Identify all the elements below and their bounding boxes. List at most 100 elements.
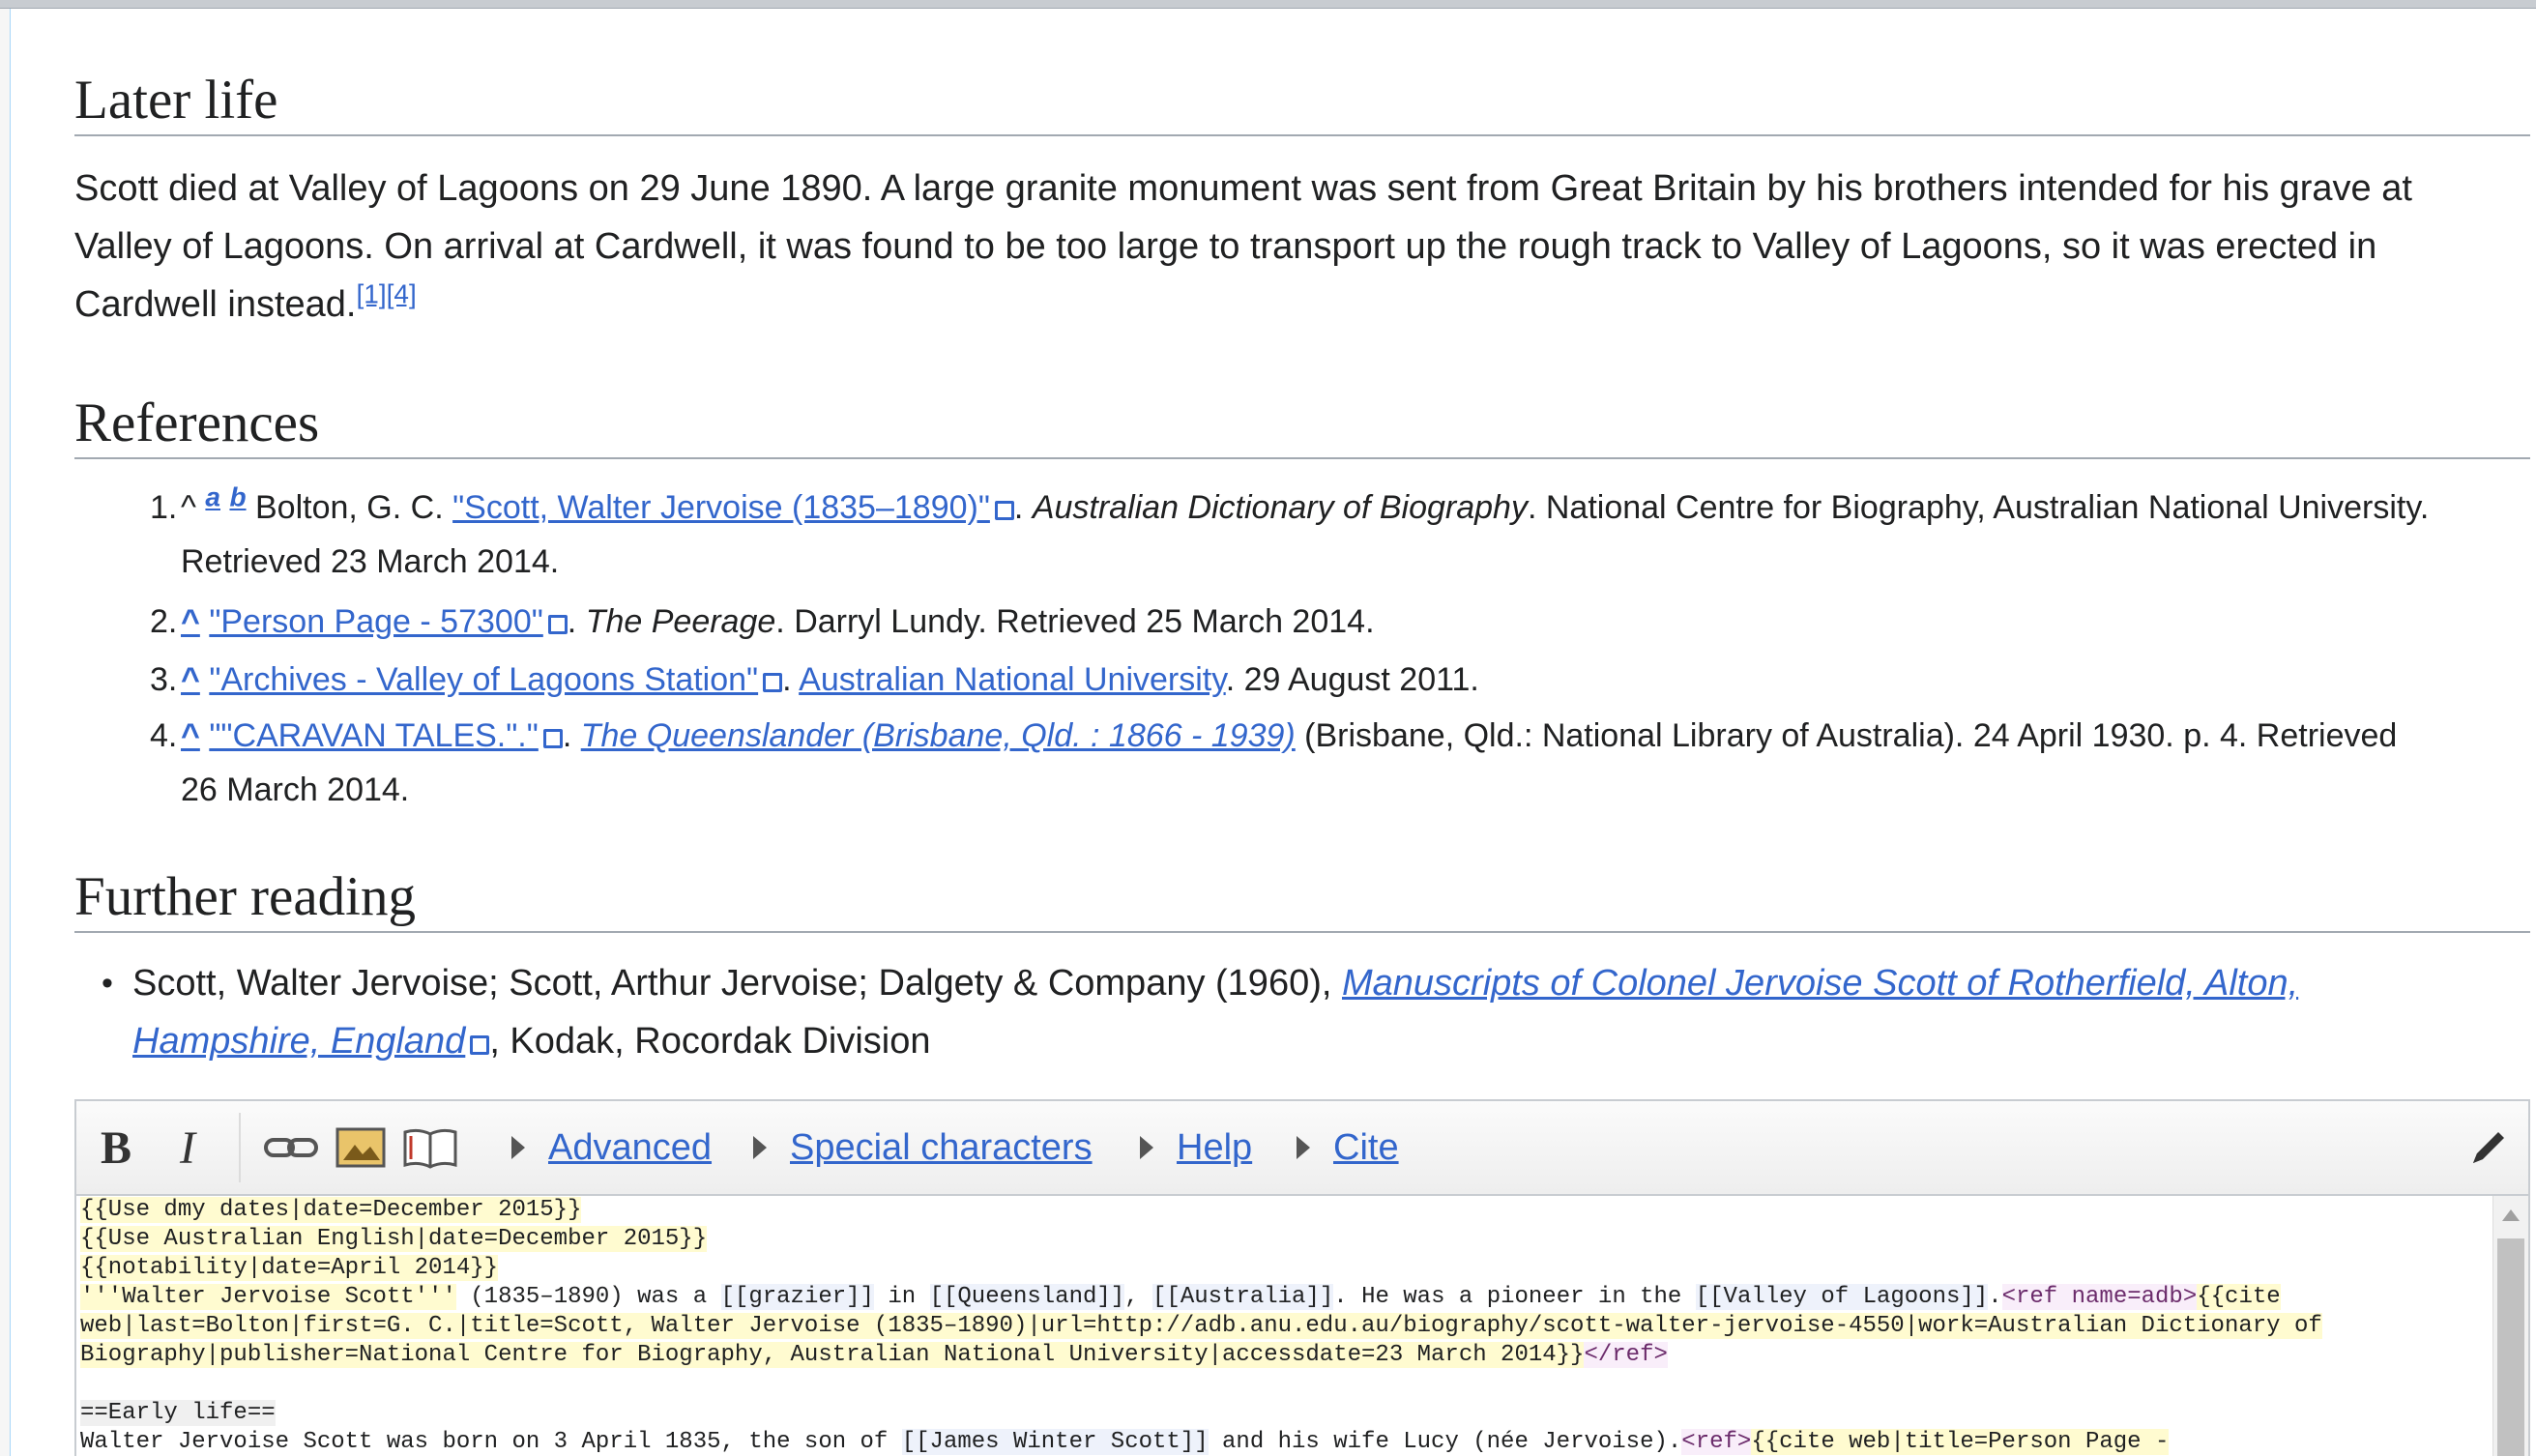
- further-reading-suffix: , Kodak, Rocordak Division: [489, 1021, 931, 1062]
- later-life-paragraph: Scott died at Valley of Lagoons on 29 Ju…: [74, 160, 2511, 334]
- window-top-edge: [0, 0, 2536, 9]
- further-reading-item: Scott, Walter Jervoise; Scott, Arthur Je…: [74, 954, 2492, 1070]
- reference-rest: (Brisbane, Qld.: National Library of Aus…: [1295, 717, 2398, 754]
- reference-text: ^ "Person Page - 57300". The Peerage. Da…: [181, 595, 2501, 649]
- reference-backlink[interactable]: ^: [181, 717, 200, 754]
- reference-rest: . 29 August 2011.: [1225, 661, 1479, 698]
- plain-text: .: [1988, 1284, 2002, 1310]
- section-heading-further-reading: Further reading: [74, 865, 2530, 933]
- template-text: Biography|publisher=National Centre for …: [80, 1342, 1585, 1368]
- citation-link-1[interactable]: [1]: [356, 278, 386, 308]
- tab-cite-label: Cite: [1333, 1126, 1399, 1168]
- wikitext-editor: B I Advanced Special characters Help Cit…: [74, 1099, 2530, 1456]
- plain-text: ,: [1124, 1284, 1153, 1310]
- tab-advanced-label: Advanced: [548, 1126, 713, 1168]
- reference-text: ^ ""CARAVAN TALES.".". The Queenslander …: [181, 709, 2501, 817]
- reference-backlink[interactable]: ^: [181, 661, 200, 698]
- tab-special-characters[interactable]: Special characters: [753, 1101, 1093, 1194]
- scroll-up-arrow-icon[interactable]: [2502, 1209, 2520, 1221]
- embedded-file-button[interactable]: [332, 1101, 390, 1194]
- citation-link-4[interactable]: [4]: [387, 278, 417, 308]
- further-reading-prefix: Scott, Walter Jervoise; Scott, Arthur Je…: [132, 963, 1342, 1004]
- later-life-line-3: Cardwell instead.: [74, 284, 357, 325]
- pencil-icon: [2473, 1132, 2504, 1163]
- reference-number: 1.: [150, 489, 178, 526]
- reference-work: The Peerage: [585, 603, 776, 640]
- reference-punct: .: [562, 717, 581, 754]
- reference-wiki-link[interactable]: The Queenslander (Brisbane, Qld. : 1866 …: [581, 717, 1296, 754]
- chevron-right-icon: [1140, 1136, 1153, 1159]
- reference-work: Australian Dictionary of Biography: [1032, 489, 1528, 526]
- wikitext-line: {{Use Australian English|date=December 2…: [80, 1225, 2493, 1254]
- wikitext-line: ==Early life==: [80, 1399, 2493, 1428]
- reference-external-link[interactable]: "Archives - Valley of Lagoons Station": [209, 661, 782, 698]
- ref-tag-text: </ref>: [1584, 1342, 1668, 1368]
- tab-cite[interactable]: Cite: [1297, 1101, 1399, 1194]
- reference-external-link[interactable]: ""CARAVAN TALES.".": [209, 717, 563, 754]
- wikilink-text: [[Queensland]]: [929, 1284, 1125, 1310]
- wikitext-line: Walter Jervoise Scott was born on 3 Apri…: [80, 1428, 2493, 1456]
- reference-punct: .: [782, 661, 800, 698]
- scrollbar-thumb[interactable]: [2497, 1238, 2524, 1456]
- reference-external-link[interactable]: "Scott, Walter Jervoise (1835–1890)": [452, 489, 1014, 526]
- reference-retrieved: Retrieved 23 March 2014.: [181, 543, 560, 580]
- reference-number: 4.: [150, 717, 178, 754]
- image-icon: [335, 1127, 386, 1168]
- italic-button[interactable]: I: [163, 1101, 212, 1194]
- tab-help-label: Help: [1177, 1126, 1253, 1168]
- wikitext-line: web|last=Bolton|first=G. C.|title=Scott,…: [80, 1312, 2493, 1341]
- reference-text: ^ "Archives - Valley of Lagoons Station"…: [181, 653, 2501, 707]
- further-reading-list: Scott, Walter Jervoise; Scott, Arthur Je…: [74, 954, 2492, 1070]
- wikitext-textarea[interactable]: {{Use dmy dates|date=December 2015}} {{U…: [76, 1196, 2493, 1456]
- backlink-b[interactable]: b: [229, 482, 246, 512]
- reference-author: Bolton, G. C.: [246, 489, 453, 526]
- template-text: {{cite web|title=Person Page -: [1751, 1429, 2170, 1455]
- ref-tag-text: <ref>: [1681, 1429, 1752, 1455]
- template-text: {{Use dmy dates|date=December 2015}}: [80, 1197, 582, 1223]
- wikitext-line: [80, 1370, 2493, 1399]
- ref-tag-text: <ref name=adb>: [2001, 1284, 2198, 1310]
- bold-markup: '''Walter Jervoise Scott''': [80, 1284, 456, 1310]
- plain-text: in: [873, 1284, 930, 1310]
- plain-text: . He was a pioneer in the: [1333, 1284, 1696, 1310]
- reference-button[interactable]: [399, 1101, 461, 1194]
- textarea-scrollbar[interactable]: [2492, 1196, 2528, 1456]
- reference-number: 3.: [150, 661, 178, 698]
- plain-text: (1835–1890) was a: [455, 1284, 721, 1310]
- wikilink-text: [[Valley of Lagoons]]: [1695, 1284, 1989, 1310]
- backlink-a[interactable]: a: [205, 482, 220, 512]
- plain-text: Walter Jervoise Scott was born on 3 Apri…: [80, 1429, 902, 1455]
- chevron-right-icon: [753, 1136, 767, 1159]
- edit-switch-button[interactable]: [2464, 1101, 2513, 1194]
- template-text: {{Use Australian English|date=December 2…: [80, 1226, 708, 1252]
- section-heading-references: References: [74, 392, 2530, 459]
- wikitext-line: {{Use dmy dates|date=December 2015}}: [80, 1196, 2493, 1225]
- wikilink-text: [[James Winter Scott]]: [901, 1429, 1209, 1455]
- reference-punct: .: [567, 603, 586, 640]
- link-icon: [264, 1138, 318, 1157]
- reference-text: ^ a b Bolton, G. C. "Scott, Walter Jervo…: [181, 480, 2501, 589]
- reference-publisher: . National Centre for Biography, Austral…: [1527, 489, 2430, 526]
- link-button[interactable]: [260, 1101, 322, 1194]
- plain-text: and his wife Lucy (née Jervoise).: [1208, 1429, 1682, 1455]
- reference-rest: . Darryl Lundy. Retrieved 25 March 2014.: [775, 603, 1375, 640]
- reference-caret: ^: [181, 489, 196, 526]
- wikitext-line: {{notability|date=April 2014}}: [80, 1254, 2493, 1283]
- wikilink-text: [[Australia]]: [1152, 1284, 1334, 1310]
- reference-wiki-link[interactable]: Australian National University: [799, 661, 1226, 698]
- further-reading-link[interactable]: Manuscripts of Colonel Jervoise Scott of…: [1342, 963, 2298, 1004]
- tab-help[interactable]: Help: [1140, 1101, 1252, 1194]
- tab-advanced[interactable]: Advanced: [511, 1101, 712, 1194]
- further-reading-link-cont[interactable]: Hampshire, England: [132, 1021, 489, 1062]
- reference-external-link[interactable]: "Person Page - 57300": [209, 603, 567, 640]
- toolbar-separator: [239, 1113, 241, 1182]
- wikitext-line: '''Walter Jervoise Scott''' (1835–1890) …: [80, 1283, 2493, 1312]
- later-life-line-1: Scott died at Valley of Lagoons on 29 Ju…: [74, 168, 2412, 209]
- template-text: {{cite: [2197, 1284, 2281, 1310]
- chevron-right-icon: [1297, 1136, 1310, 1159]
- bold-button[interactable]: B: [92, 1101, 140, 1194]
- reference-backlink[interactable]: ^: [181, 603, 200, 640]
- reference-retrieved: 26 March 2014.: [181, 772, 410, 808]
- editor-toolbar: B I Advanced Special characters Help Cit…: [76, 1101, 2528, 1196]
- book-icon: [403, 1128, 457, 1169]
